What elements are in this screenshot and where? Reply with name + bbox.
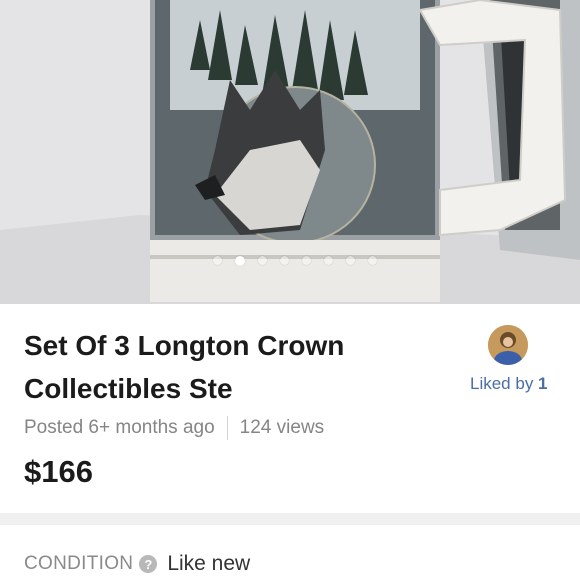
seller-avatar[interactable] xyxy=(488,325,528,365)
carousel-dot[interactable] xyxy=(213,256,222,265)
condition-label: CONDITION xyxy=(24,553,134,574)
carousel-dot[interactable] xyxy=(280,256,289,265)
condition-value: Like new xyxy=(167,552,251,575)
carousel-dot-active[interactable] xyxy=(235,255,245,266)
liked-count: 1 xyxy=(538,374,548,393)
meta-divider xyxy=(226,416,228,440)
listing-photo[interactable] xyxy=(0,0,580,304)
listing-meta: Posted 6+ months ago 124 views xyxy=(24,416,324,440)
view-count: 124 views xyxy=(239,417,325,438)
carousel-dot[interactable] xyxy=(302,256,311,265)
carousel-indicator[interactable] xyxy=(0,255,580,266)
posted-time: Posted 6+ months ago xyxy=(24,417,215,438)
question-circle-icon[interactable]: ? xyxy=(139,555,158,573)
carousel-dot[interactable] xyxy=(324,256,333,265)
listing-title: Set Of 3 Longton Crown Collectibles Ste xyxy=(24,330,345,404)
section-divider xyxy=(0,513,580,525)
carousel-dot[interactable] xyxy=(258,256,267,265)
liked-by-label: Liked by xyxy=(470,374,539,393)
carousel-dot[interactable] xyxy=(368,256,377,265)
listing-price: $166 xyxy=(24,454,93,489)
condition-row: CONDITION ? Like new xyxy=(24,552,250,576)
liked-by-link[interactable]: Liked by 1 xyxy=(470,374,548,394)
avatar-image xyxy=(488,325,528,365)
carousel-dot[interactable] xyxy=(346,256,355,265)
